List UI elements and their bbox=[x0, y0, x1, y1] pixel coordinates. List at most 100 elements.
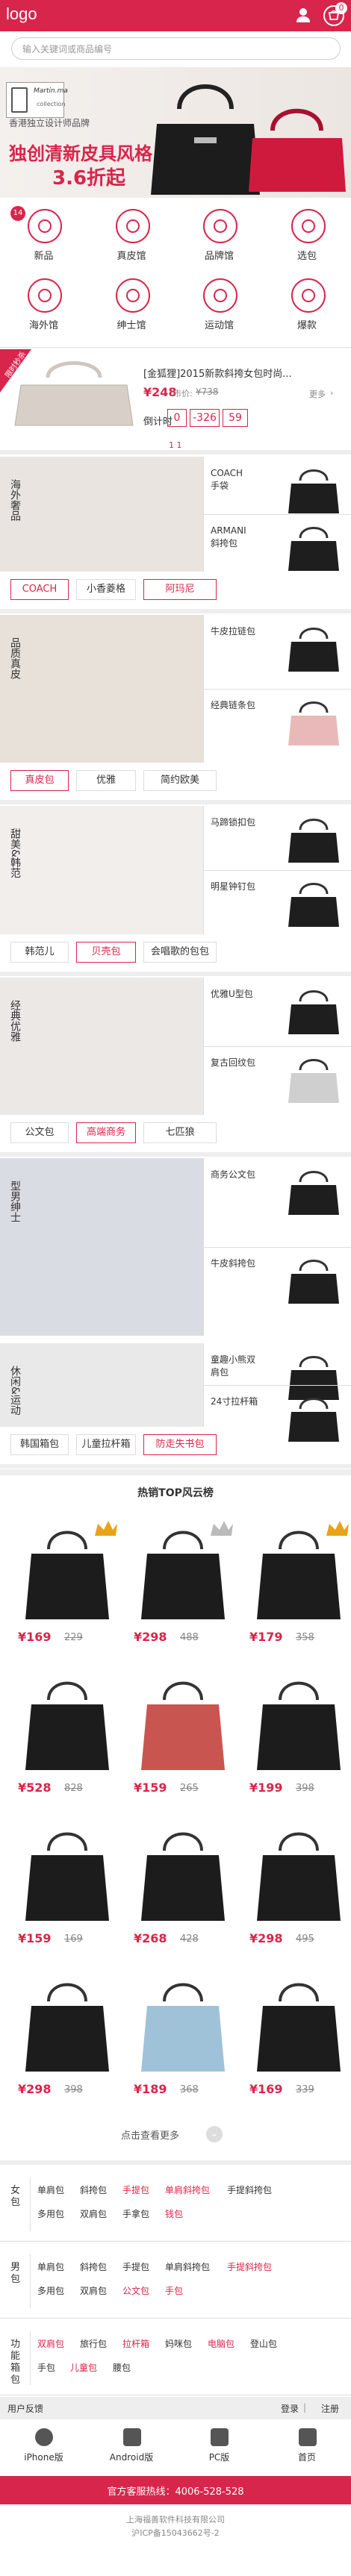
brand-tag[interactable]: 贝壳包 bbox=[76, 942, 136, 963]
login-link[interactable]: 登录 bbox=[281, 2402, 299, 2415]
footer-category-link[interactable]: 单肩包 bbox=[37, 2260, 64, 2273]
feedback-link[interactable]: 用户反馈 bbox=[7, 2402, 43, 2415]
footer-category-link[interactable]: 单肩斜挎包 bbox=[165, 2183, 210, 2196]
footer-category-link[interactable]: 斜挎包 bbox=[80, 2183, 107, 2196]
brand-item-image[interactable] bbox=[284, 522, 344, 571]
app-link-home[interactable]: 首页 bbox=[264, 2424, 351, 2470]
footer-category-link[interactable]: 妈咪包 bbox=[165, 2337, 192, 2350]
brand-tag[interactable]: 真皮包 bbox=[10, 770, 69, 791]
brand-item-image[interactable] bbox=[284, 1054, 344, 1107]
footer-category-link[interactable]: 钱包 bbox=[165, 2207, 183, 2220]
footer-category-link[interactable]: 旅行包 bbox=[80, 2337, 107, 2350]
brand-item-image[interactable] bbox=[284, 1351, 344, 1400]
brand-tag[interactable]: 优雅 bbox=[76, 770, 136, 791]
product-image[interactable] bbox=[15, 1519, 119, 1624]
product-image[interactable] bbox=[131, 1519, 235, 1624]
brand-item-name[interactable]: 优雅U型包 bbox=[211, 988, 263, 1001]
brand-item-image[interactable] bbox=[284, 1254, 344, 1328]
category-mustache[interactable]: 绅士馆 bbox=[88, 272, 176, 337]
footer-category-link[interactable]: 登山包 bbox=[250, 2337, 277, 2350]
logo[interactable]: logo bbox=[6, 4, 37, 24]
brand-tag[interactable]: 小香菱格 bbox=[76, 579, 136, 600]
category-diamond[interactable]: 海外馆 bbox=[0, 272, 87, 337]
category-hot[interactable]: 爆款 bbox=[264, 272, 351, 337]
footer-category-link[interactable]: 儿童包 bbox=[70, 2361, 97, 2374]
flash-product-image[interactable] bbox=[10, 355, 137, 428]
flash-more-link[interactable]: 更多 bbox=[309, 388, 326, 400]
footer-category-link[interactable]: 单肩包 bbox=[37, 2183, 64, 2196]
product-image[interactable] bbox=[131, 1670, 235, 1775]
brand-item-name[interactable]: 经典链条包 bbox=[211, 699, 263, 712]
brand-tag[interactable]: 儿童拉杆箱 bbox=[76, 1434, 136, 1455]
footer-category-link[interactable]: 手包 bbox=[165, 2284, 183, 2297]
footer-category-link[interactable]: 电脑包 bbox=[208, 2337, 234, 2350]
brand-item-image[interactable] bbox=[284, 878, 344, 927]
product-image[interactable] bbox=[246, 1972, 351, 2076]
brand-item-image[interactable] bbox=[284, 1392, 344, 1442]
product-image[interactable] bbox=[131, 1821, 235, 1925]
footer-category-link[interactable]: 单肩斜挎包 bbox=[165, 2260, 210, 2273]
footer-category-link[interactable]: 双肩包 bbox=[37, 2337, 64, 2350]
brand-block-banner[interactable] bbox=[0, 457, 203, 572]
brand-item-name[interactable]: ARMANI 斜挎包 bbox=[211, 525, 263, 550]
app-link-android[interactable]: Android版 bbox=[88, 2424, 176, 2470]
brand-tag[interactable]: 七匹狼 bbox=[143, 1122, 217, 1143]
product-image[interactable] bbox=[15, 1821, 119, 1925]
brand-tag[interactable]: 会唱歌的包包 bbox=[143, 942, 217, 963]
footer-category-link[interactable]: 手拿包 bbox=[122, 2207, 149, 2220]
product-image[interactable] bbox=[15, 1670, 119, 1775]
category-bag-select[interactable]: 选包 bbox=[264, 203, 351, 267]
product-image[interactable] bbox=[246, 1519, 351, 1624]
brand-item-image[interactable] bbox=[284, 985, 344, 1039]
search-input[interactable]: 输入关键词或商品编号 bbox=[11, 37, 341, 60]
flash-product-title[interactable]: [金狐狸]2015新款斜挎女包时尚... bbox=[143, 366, 292, 380]
brand-item-name[interactable]: 童趣小熊双肩包 bbox=[211, 1354, 263, 1379]
category-leather-bag[interactable]: 真皮馆 bbox=[88, 203, 176, 267]
category-new[interactable]: 14 新品 bbox=[0, 203, 87, 267]
app-link-pc[interactable]: PC版 bbox=[176, 2424, 263, 2470]
brand-item-image[interactable] bbox=[284, 696, 344, 755]
brand-item-name[interactable]: 商务公文包 bbox=[211, 1169, 263, 1181]
footer-category-link[interactable]: 手提斜挎包 bbox=[227, 2260, 272, 2273]
footer-category-link[interactable]: 斜挎包 bbox=[80, 2260, 107, 2273]
brand-item-image[interactable] bbox=[284, 464, 344, 513]
brand-tag[interactable]: 韩国箱包 bbox=[10, 1434, 69, 1455]
brand-tag[interactable]: 简约欧美 bbox=[143, 770, 217, 791]
brand-item-image[interactable] bbox=[284, 622, 344, 681]
brand-block-banner[interactable] bbox=[0, 615, 203, 763]
category-tag[interactable]: 品牌馆 bbox=[176, 203, 263, 267]
brand-tag[interactable]: 高端商务 bbox=[76, 1122, 136, 1143]
brand-tag[interactable]: 防走失书包 bbox=[143, 1434, 217, 1455]
user-icon[interactable] bbox=[295, 7, 311, 23]
product-image[interactable] bbox=[246, 1670, 351, 1775]
brand-block-banner[interactable] bbox=[0, 1343, 203, 1427]
brand-item-name[interactable]: 牛皮拉链包 bbox=[211, 625, 263, 638]
footer-category-link[interactable]: 双肩包 bbox=[80, 2284, 107, 2297]
brand-block-banner[interactable] bbox=[0, 978, 203, 1115]
footer-category-link[interactable]: 手提包 bbox=[122, 2260, 149, 2273]
brand-item-name[interactable]: 马蹄锁扣包 bbox=[211, 816, 263, 829]
footer-category-link[interactable]: 手提斜挎包 bbox=[227, 2183, 272, 2196]
service-hotline[interactable]: 官方客服热线：4006-528-528 bbox=[0, 2483, 351, 2498]
brand-item-name[interactable]: 复古回纹包 bbox=[211, 1057, 263, 1069]
brand-item-name[interactable]: COACH 手袋 bbox=[211, 467, 263, 493]
brand-item-image[interactable] bbox=[284, 813, 344, 863]
footer-category-link[interactable]: 多用包 bbox=[37, 2284, 64, 2297]
brand-item-name[interactable]: 24寸拉杆箱 bbox=[211, 1395, 263, 1408]
brand-tag[interactable]: 阿玛尼 bbox=[143, 579, 217, 600]
product-image[interactable] bbox=[246, 1821, 351, 1925]
promo-banner[interactable]: Martin.ma collection 香港独立设计师品牌 独创清新皮具风格 … bbox=[0, 67, 351, 198]
register-link[interactable]: 注册 bbox=[321, 2402, 339, 2415]
brand-block-banner[interactable] bbox=[0, 1158, 203, 1336]
footer-category-link[interactable]: 腰包 bbox=[113, 2361, 131, 2374]
brand-item-image[interactable] bbox=[284, 1166, 344, 1239]
product-image[interactable] bbox=[131, 1972, 235, 2076]
footer-category-link[interactable]: 多用包 bbox=[37, 2207, 64, 2220]
brand-tag[interactable]: 公文包 bbox=[10, 1122, 69, 1143]
brand-item-name[interactable]: 明星钟钉包 bbox=[211, 881, 263, 893]
brand-item-name[interactable]: 牛皮斜挎包 bbox=[211, 1257, 263, 1270]
brand-block-banner[interactable] bbox=[0, 806, 203, 934]
footer-category-link[interactable]: 手包 bbox=[37, 2361, 55, 2374]
chevron-right-icon[interactable]: › bbox=[330, 388, 333, 398]
footer-category-link[interactable]: 手提包 bbox=[122, 2183, 149, 2196]
